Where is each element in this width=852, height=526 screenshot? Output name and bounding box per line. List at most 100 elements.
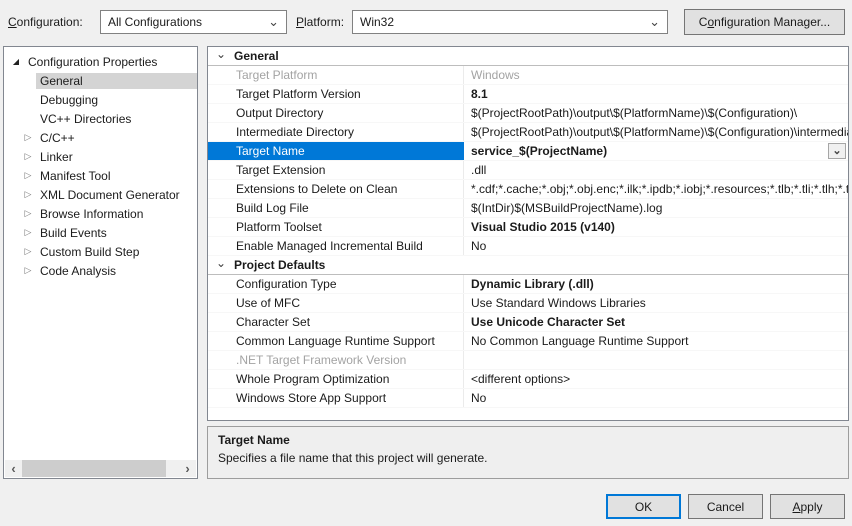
property-name[interactable]: Configuration Type — [208, 275, 464, 293]
property-name[interactable]: Common Language Runtime Support — [208, 332, 464, 350]
tree-item-xml-document-generator[interactable]: ▷XML Document Generator — [4, 185, 197, 204]
property-value[interactable]: Dynamic Library (.dll) — [464, 275, 848, 293]
tree-item-c-c[interactable]: ▷C/C++ — [4, 128, 197, 147]
collapse-arrow-icon[interactable]: ▷ — [20, 265, 36, 276]
collapse-arrow-icon[interactable]: ▷ — [20, 132, 36, 143]
tree-item-linker[interactable]: ▷Linker — [4, 147, 197, 166]
property-value[interactable]: No Common Language Runtime Support — [464, 332, 848, 350]
property-row-windows-store-app-support[interactable]: Windows Store App SupportNo — [208, 389, 848, 408]
section-header-general[interactable]: ⌄General — [208, 47, 848, 66]
section-title: Project Defaults — [234, 258, 325, 272]
collapse-arrow-icon[interactable]: ▷ — [20, 151, 36, 162]
property-row-enable-managed-incremental-build[interactable]: Enable Managed Incremental BuildNo — [208, 237, 848, 256]
tree-item-label: XML Document Generator — [36, 187, 197, 203]
section-collapse-icon[interactable]: ⌄ — [208, 256, 234, 270]
property-name[interactable]: Enable Managed Incremental Build — [208, 237, 464, 255]
section-header-project-defaults[interactable]: ⌄Project Defaults — [208, 256, 848, 275]
property-row-common-language-runtime-support[interactable]: Common Language Runtime SupportNo Common… — [208, 332, 848, 351]
scrollbar-thumb[interactable] — [22, 460, 166, 477]
property-row-target-name[interactable]: Target Nameservice_$(ProjectName)⌄ — [208, 142, 848, 161]
tree-item-custom-build-step[interactable]: ▷Custom Build Step — [4, 242, 197, 261]
tree-item-label: Build Events — [36, 225, 197, 241]
property-value[interactable]: *.cdf;*.cache;*.obj;*.obj.enc;*.ilk;*.ip… — [464, 180, 848, 198]
platform-select[interactable]: Win32 ⌄ — [352, 10, 668, 34]
property-row-platform-toolset[interactable]: Platform ToolsetVisual Studio 2015 (v140… — [208, 218, 848, 237]
property-grid: ⌄GeneralTarget PlatformWindowsTarget Pla… — [207, 46, 849, 421]
configuration-select[interactable]: All Configurations ⌄ — [100, 10, 287, 34]
property-name[interactable]: Intermediate Directory — [208, 123, 464, 141]
property-value[interactable]: Use Unicode Character Set — [464, 313, 848, 331]
property-name[interactable]: Extensions to Delete on Clean — [208, 180, 464, 198]
tree-item-build-events[interactable]: ▷Build Events — [4, 223, 197, 242]
cancel-button[interactable]: Cancel — [688, 494, 763, 519]
scrollbar-track[interactable] — [22, 460, 179, 477]
platform-select-value: Win32 — [360, 15, 394, 29]
collapse-arrow-icon[interactable]: ▷ — [20, 170, 36, 181]
property-row-use-of-mfc[interactable]: Use of MFCUse Standard Windows Libraries — [208, 294, 848, 313]
expand-arrow-icon[interactable]: ◢ — [8, 57, 24, 66]
property-row-output-directory[interactable]: Output Directory$(ProjectRootPath)\outpu… — [208, 104, 848, 123]
section-collapse-icon[interactable]: ⌄ — [208, 47, 234, 61]
tree-item-general[interactable]: General — [4, 71, 197, 90]
property-value[interactable]: service_$(ProjectName)⌄ — [464, 142, 848, 160]
property-value[interactable]: Windows — [464, 66, 848, 84]
property-name[interactable]: Target Name — [208, 142, 464, 160]
ok-button[interactable]: OK — [606, 494, 681, 519]
tree-item-configuration-properties[interactable]: ◢Configuration Properties — [4, 52, 197, 71]
property-value[interactable]: $(IntDir)$(MSBuildProjectName).log — [464, 199, 848, 217]
property-row-target-extension[interactable]: Target Extension.dll — [208, 161, 848, 180]
property-value[interactable]: $(ProjectRootPath)\output\$(PlatformName… — [464, 104, 848, 122]
property-name[interactable]: Platform Toolset — [208, 218, 464, 236]
property-name[interactable]: .NET Target Framework Version — [208, 351, 464, 369]
collapse-arrow-icon[interactable]: ▷ — [20, 189, 36, 200]
tree-item-vc-directories[interactable]: VC++ Directories — [4, 109, 197, 128]
property-name[interactable]: Target Extension — [208, 161, 464, 179]
tree-item-label: C/C++ — [36, 130, 197, 146]
property-value[interactable]: Use Standard Windows Libraries — [464, 294, 848, 312]
chevron-down-icon: ⌄ — [268, 14, 279, 30]
property-value[interactable]: Visual Studio 2015 (v140) — [464, 218, 848, 236]
tree-item-label: Browse Information — [36, 206, 197, 222]
collapse-arrow-icon[interactable]: ▷ — [20, 208, 36, 219]
property-row-build-log-file[interactable]: Build Log File$(IntDir)$(MSBuildProjectN… — [208, 199, 848, 218]
horizontal-scrollbar[interactable]: ‹ › — [5, 460, 196, 477]
property-name[interactable]: Character Set — [208, 313, 464, 331]
tree-item-browse-information[interactable]: ▷Browse Information — [4, 204, 197, 223]
property-value[interactable]: <different options> — [464, 370, 848, 388]
tree-item-label: VC++ Directories — [36, 111, 197, 127]
property-name[interactable]: Target Platform — [208, 66, 464, 84]
apply-button[interactable]: Apply — [770, 494, 845, 519]
property-value[interactable]: .dll — [464, 161, 848, 179]
property-row-character-set[interactable]: Character SetUse Unicode Character Set — [208, 313, 848, 332]
property-row-net-target-framework-version[interactable]: .NET Target Framework Version — [208, 351, 848, 370]
scroll-left-icon[interactable]: ‹ — [5, 460, 22, 477]
collapse-arrow-icon[interactable]: ▷ — [20, 227, 36, 238]
configuration-manager-button[interactable]: Configuration Manager... — [684, 9, 845, 35]
tree-item-manifest-tool[interactable]: ▷Manifest Tool — [4, 166, 197, 185]
tree-item-code-analysis[interactable]: ▷Code Analysis — [4, 261, 197, 280]
property-row-target-platform[interactable]: Target PlatformWindows — [208, 66, 848, 85]
property-row-configuration-type[interactable]: Configuration TypeDynamic Library (.dll) — [208, 275, 848, 294]
property-name[interactable]: Windows Store App Support — [208, 389, 464, 407]
property-name[interactable]: Output Directory — [208, 104, 464, 122]
property-name[interactable]: Use of MFC — [208, 294, 464, 312]
property-value[interactable]: No — [464, 237, 848, 255]
tree-item-label: Code Analysis — [36, 263, 197, 279]
property-value[interactable] — [464, 351, 848, 369]
property-row-extensions-to-delete-on-clean[interactable]: Extensions to Delete on Clean*.cdf;*.cac… — [208, 180, 848, 199]
scroll-right-icon[interactable]: › — [179, 460, 196, 477]
property-value[interactable]: $(ProjectRootPath)\output\$(PlatformName… — [464, 123, 848, 141]
property-row-target-platform-version[interactable]: Target Platform Version8.1 — [208, 85, 848, 104]
collapse-arrow-icon[interactable]: ▷ — [20, 246, 36, 257]
property-row-whole-program-optimization[interactable]: Whole Program Optimization<different opt… — [208, 370, 848, 389]
chevron-down-icon: ⌄ — [649, 14, 660, 30]
property-row-intermediate-directory[interactable]: Intermediate Directory$(ProjectRootPath)… — [208, 123, 848, 142]
property-name[interactable]: Whole Program Optimization — [208, 370, 464, 388]
property-name[interactable]: Target Platform Version — [208, 85, 464, 103]
value-dropdown-button[interactable]: ⌄ — [828, 143, 846, 159]
tree-item-debugging[interactable]: Debugging — [4, 90, 197, 109]
property-name[interactable]: Build Log File — [208, 199, 464, 217]
configuration-select-value: All Configurations — [108, 15, 202, 29]
property-value[interactable]: No — [464, 389, 848, 407]
property-value[interactable]: 8.1 — [464, 85, 848, 103]
